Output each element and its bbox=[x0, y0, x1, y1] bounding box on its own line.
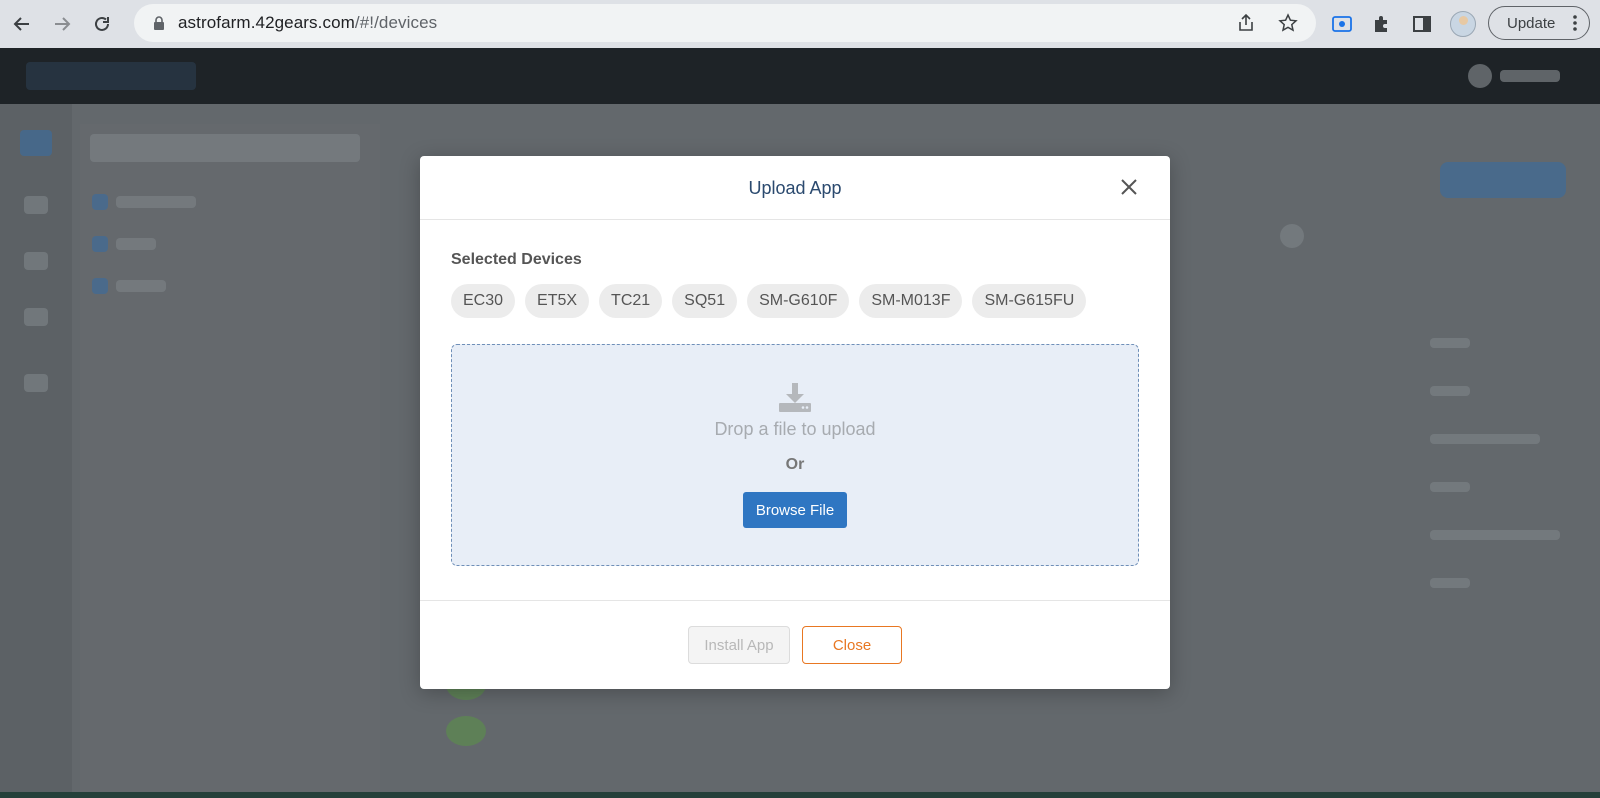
dialog-header: Upload App bbox=[420, 156, 1170, 220]
app-header bbox=[0, 48, 1600, 104]
profile-avatar[interactable] bbox=[1450, 11, 1476, 37]
table-cell bbox=[1430, 530, 1560, 540]
table-cell bbox=[1430, 386, 1470, 396]
reload-button[interactable] bbox=[84, 6, 120, 42]
user-avatar bbox=[1468, 64, 1492, 88]
app-logo bbox=[26, 62, 196, 90]
url-text: astrofarm.42gears.com/#!/devices bbox=[178, 13, 437, 33]
close-button[interactable]: Close bbox=[802, 626, 902, 664]
screen-capture-extension-icon[interactable] bbox=[1330, 6, 1354, 42]
sidebar-icon bbox=[24, 252, 48, 270]
download-tray-icon bbox=[779, 383, 811, 412]
device-chip: TC21 bbox=[599, 284, 663, 318]
dialog-body: Selected Devices EC30 ET5X TC21 SQ51 SM-… bbox=[420, 220, 1170, 566]
device-chip: ET5X bbox=[525, 284, 590, 318]
toolbar-icon bbox=[1280, 224, 1304, 248]
update-button[interactable]: Update bbox=[1488, 6, 1590, 40]
sidebar-icon bbox=[24, 196, 48, 214]
extensions-puzzle-icon[interactable] bbox=[1370, 6, 1394, 42]
back-arrow-icon bbox=[13, 17, 29, 31]
tree-node-label bbox=[116, 196, 196, 208]
table-cell bbox=[1430, 338, 1470, 348]
tree-node-icon bbox=[92, 278, 108, 294]
forward-button[interactable] bbox=[44, 6, 80, 42]
dialog-footer: Install App Close bbox=[420, 600, 1170, 689]
file-dropzone[interactable]: Drop a file to upload Or Browse File bbox=[451, 344, 1139, 566]
device-chip: SQ51 bbox=[672, 284, 738, 318]
browse-file-button[interactable]: Browse File bbox=[743, 492, 847, 528]
back-button[interactable] bbox=[4, 6, 40, 42]
forward-arrow-icon bbox=[55, 17, 71, 31]
more-vertical-icon bbox=[1573, 15, 1577, 31]
dialog-title: Upload App bbox=[748, 178, 842, 198]
tree-node-label bbox=[116, 238, 156, 250]
app-footer-bar bbox=[0, 792, 1600, 798]
reload-icon bbox=[95, 16, 109, 31]
side-panel-icon[interactable] bbox=[1410, 6, 1434, 42]
upload-app-dialog: Upload App Selected Devices EC30 ET5X TC… bbox=[420, 156, 1170, 689]
share-icon[interactable] bbox=[1236, 13, 1256, 33]
url-path: /#!/devices bbox=[354, 13, 438, 32]
update-label: Update bbox=[1507, 14, 1556, 32]
device-chip: SM-G610F bbox=[747, 284, 850, 318]
table-cell bbox=[1430, 482, 1470, 492]
url-host: astrofarm.42gears.com bbox=[178, 13, 355, 32]
selected-devices-label: Selected Devices bbox=[451, 251, 582, 268]
device-chip: SM-M013F bbox=[859, 284, 963, 318]
user-name bbox=[1500, 70, 1560, 82]
primary-action-button bbox=[1440, 162, 1566, 198]
device-chip: SM-G615FU bbox=[972, 284, 1087, 318]
device-chip-list: EC30 ET5X TC21 SQ51 SM-G610F SM-M013F SM… bbox=[451, 284, 1139, 318]
tree-node-icon bbox=[92, 236, 108, 252]
dropzone-or: Or bbox=[785, 456, 805, 473]
browser-toolbar: astrofarm.42gears.com/#!/devices Update bbox=[0, 0, 1600, 48]
install-app-button[interactable]: Install App bbox=[688, 626, 790, 664]
table-cell bbox=[1430, 434, 1540, 444]
device-chip: EC30 bbox=[451, 284, 516, 318]
table-cell bbox=[1430, 578, 1470, 588]
address-bar[interactable]: astrofarm.42gears.com/#!/devices bbox=[134, 4, 1316, 42]
bookmark-star-icon[interactable] bbox=[1278, 13, 1298, 33]
sidebar-icon bbox=[24, 374, 48, 392]
close-icon[interactable] bbox=[1118, 176, 1140, 198]
status-badge bbox=[446, 716, 486, 746]
sidebar-icon bbox=[20, 130, 52, 156]
app-sidebar bbox=[0, 104, 72, 798]
sidebar-icon bbox=[24, 308, 48, 326]
group-tree-panel bbox=[80, 124, 380, 798]
tree-node-label bbox=[116, 280, 166, 292]
lock-icon bbox=[154, 16, 164, 30]
tree-search bbox=[90, 134, 360, 162]
tree-node-icon bbox=[92, 194, 108, 210]
dropzone-text: Drop a file to upload bbox=[714, 419, 876, 439]
